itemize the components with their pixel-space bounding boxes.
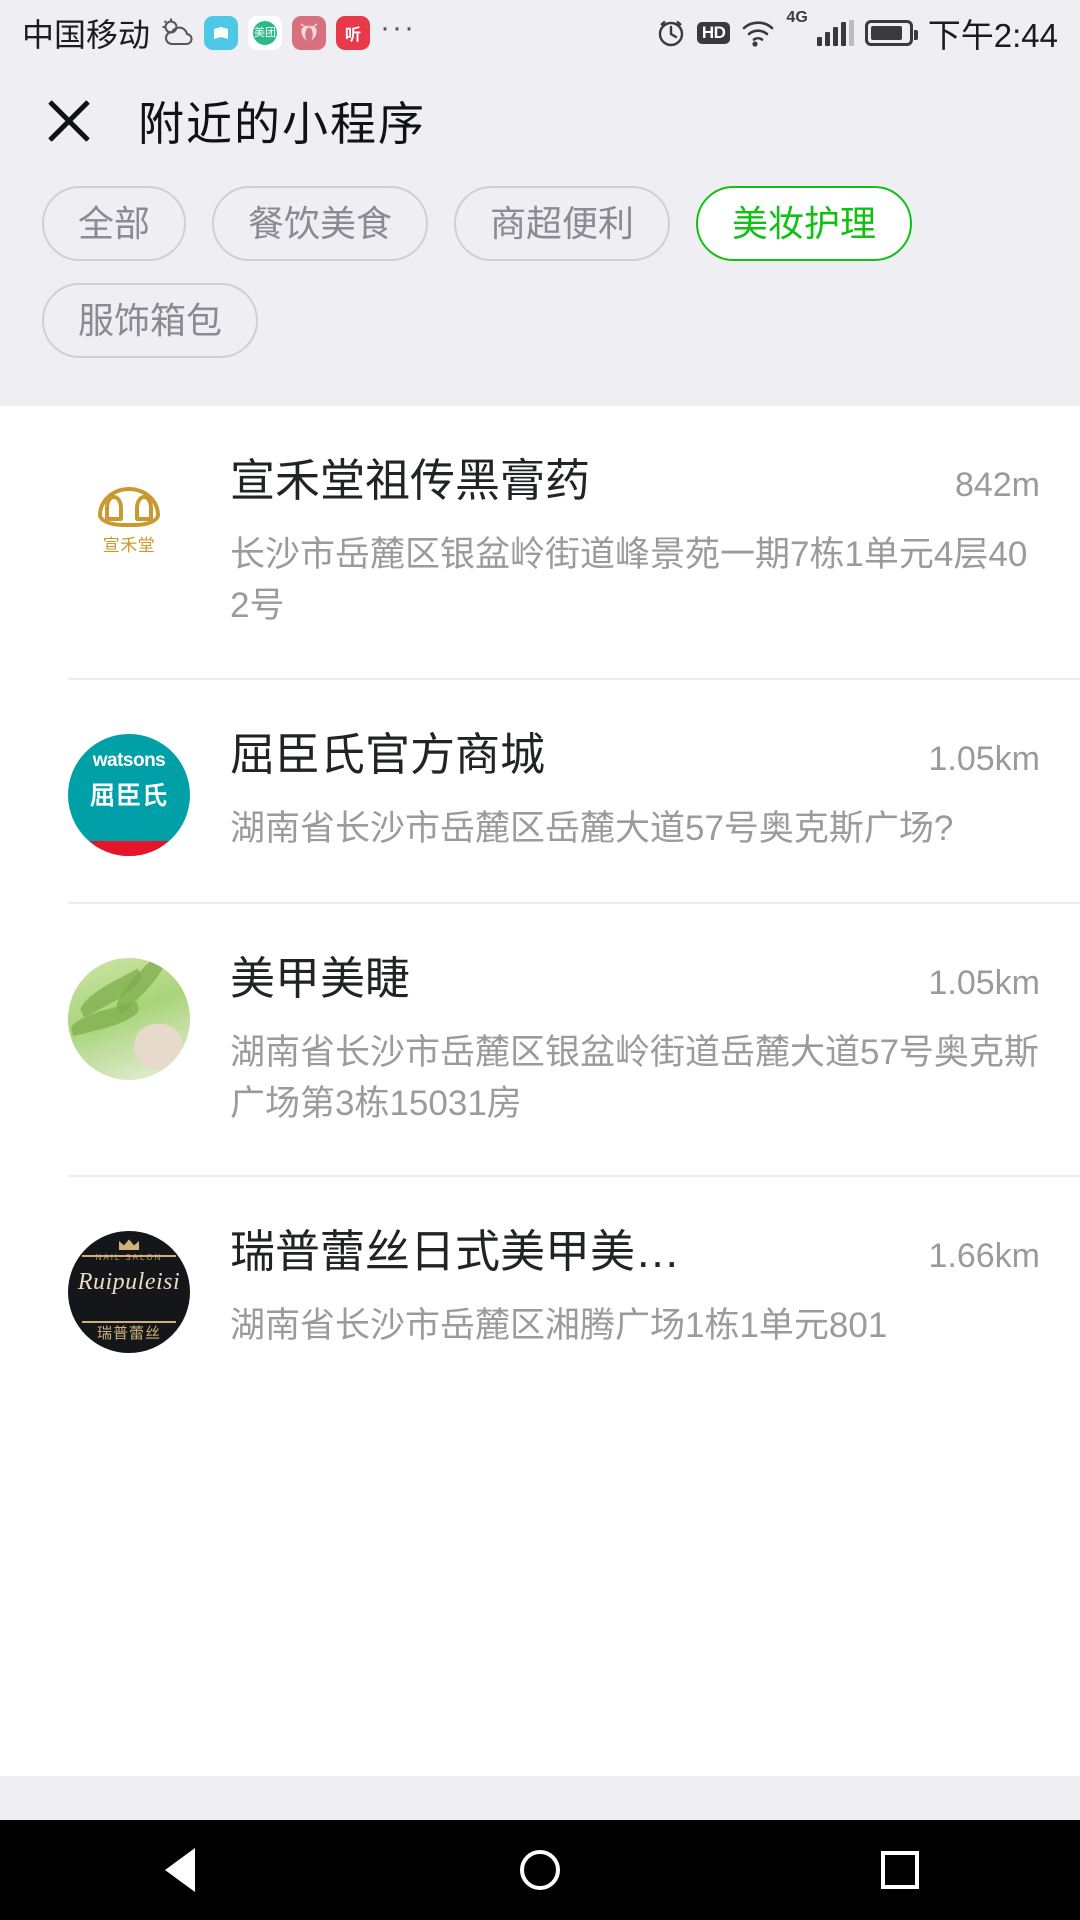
huawei-app-icon <box>292 16 327 50</box>
back-triangle-icon <box>165 1848 195 1892</box>
network-type-label: 4G <box>786 9 808 26</box>
filter-chip-apparel[interactable]: 服饰箱包 <box>42 283 259 359</box>
xuanhetang-logo: 宣禾堂 <box>68 460 190 583</box>
system-nav-bar <box>0 1820 1080 1920</box>
hand-shape <box>134 1023 182 1070</box>
wifi-icon <box>741 19 775 47</box>
filter-chip-food[interactable]: 餐饮美食 <box>212 186 429 262</box>
clock-label: 下午2:44 <box>927 17 1058 54</box>
filter-chip-all[interactable]: 全部 <box>42 186 187 262</box>
logo-text-cn: 屈臣氏 <box>89 782 168 811</box>
address-label: 湖南省长沙市岳麓区湘腾广场1栋1单元801 <box>230 1306 888 1346</box>
alarm-clock-icon <box>656 18 686 48</box>
home-circle-icon <box>520 1850 560 1890</box>
shop-title: 美甲美睫 <box>230 952 411 1004</box>
hd-badge-icon: HD <box>696 22 731 44</box>
bottom-spacer <box>0 1776 1080 1820</box>
status-bar-right: HD 4G 下午2:44 <box>656 9 1058 57</box>
meituan-app-icon: 美团 <box>248 16 283 50</box>
list-item-content: 瑞普蕾丝日式美甲美… 1.66km 湖南省长沙市岳麓区湘腾广场1栋1单元801 <box>190 1225 1040 1353</box>
status-bar: 中国移动 美团 听 ··· HD 4G 下午2:44 <box>0 0 1080 66</box>
divider <box>82 1255 176 1258</box>
list-item[interactable]: 宣禾堂 宣禾堂祖传黑膏药 842m 长沙市岳麓区银盆岭街道峰景苑一期7栋1单元4… <box>0 406 1080 680</box>
carrier-label: 中国移动 <box>22 17 151 53</box>
shop-title: 瑞普蕾丝日式美甲美… <box>230 1226 681 1278</box>
distance-label: 1.05km <box>928 739 1041 778</box>
signal-bars-icon <box>816 20 854 46</box>
watsons-logo: watsons 屈臣氏 <box>68 733 190 856</box>
logo-text-en: watsons <box>92 750 166 772</box>
weather-icon <box>160 18 194 48</box>
app-header: 附近的小程序 <box>0 66 1080 176</box>
ting-app-icon: 听 <box>336 16 371 50</box>
list-item[interactable]: NAIL SALON Ruipuleisi 瑞普蕾丝 瑞普蕾丝日式美甲美… 1.… <box>0 1177 1080 1399</box>
book-app-icon <box>204 16 239 50</box>
ruipuleisi-logo: NAIL SALON Ruipuleisi 瑞普蕾丝 <box>68 1231 190 1354</box>
list-item[interactable]: watsons 屈臣氏 屈臣氏官方商城 1.05km 湖南省长沙市岳麓区岳麓大道… <box>0 680 1080 904</box>
logo-text: 宣禾堂 <box>102 535 156 555</box>
filter-chip-convenience[interactable]: 商超便利 <box>454 186 671 262</box>
distance-label: 1.05km <box>928 963 1041 1002</box>
logo-accent-bar <box>68 841 190 856</box>
crown-icon <box>119 1239 139 1251</box>
meituan-app-icon-label: 美团 <box>253 21 278 45</box>
shop-title: 屈臣氏官方商城 <box>230 728 546 780</box>
crown-icon <box>98 486 160 527</box>
filter-chip-bar: 全部 餐饮美食 商超便利 美妆护理 服饰箱包 <box>0 176 1080 407</box>
list-item[interactable]: 美甲美睫 1.05km 湖南省长沙市岳麓区银盆岭街道岳麓大道57号奥克斯广场第3… <box>0 904 1080 1178</box>
nav-back-button[interactable] <box>120 1820 240 1920</box>
status-bar-left: 中国移动 美团 听 ··· <box>22 10 416 56</box>
logo-text-cn: 瑞普蕾丝 <box>96 1325 161 1343</box>
meijia-meijie-logo <box>68 957 190 1080</box>
distance-label: 1.66km <box>928 1237 1041 1276</box>
nav-home-button[interactable] <box>480 1820 600 1920</box>
list-item-content: 美甲美睫 1.05km 湖南省长沙市岳麓区银盆岭街道岳麓大道57号奥克斯广场第3… <box>190 952 1040 1130</box>
nav-recents-button[interactable] <box>840 1820 960 1920</box>
recents-square-icon <box>881 1851 919 1889</box>
page-title: 附近的小程序 <box>138 98 426 150</box>
shop-title: 宣禾堂祖传黑膏药 <box>230 455 591 507</box>
distance-label: 842m <box>954 466 1040 505</box>
battery-icon <box>864 20 918 46</box>
phone-screen: 中国移动 美团 听 ··· HD 4G 下午2:44 附近的小程序 全部 餐饮美… <box>0 0 1080 1920</box>
close-icon[interactable] <box>46 98 92 144</box>
logo-script-text: Ruipuleisi <box>77 1269 181 1296</box>
address-label: 长沙市岳麓区银盆岭街道峰景苑一期7栋1单元4层402号 <box>230 535 1028 626</box>
address-label: 湖南省长沙市岳麓区岳麓大道57号奥克斯广场? <box>230 808 954 848</box>
list-item-content: 屈臣氏官方商城 1.05km 湖南省长沙市岳麓区岳麓大道57号奥克斯广场? <box>190 728 1040 856</box>
filter-chip-beauty[interactable]: 美妆护理 <box>696 186 913 262</box>
overflow-dots-icon: ··· <box>380 11 416 44</box>
address-label: 湖南省长沙市岳麓区银盆岭街道岳麓大道57号奥克斯广场第3栋15031房 <box>230 1032 1039 1123</box>
mini-program-list: 宣禾堂 宣禾堂祖传黑膏药 842m 长沙市岳麓区银盆岭街道峰景苑一期7栋1单元4… <box>0 406 1080 1776</box>
list-item-content: 宣禾堂祖传黑膏药 842m 长沙市岳麓区银盆岭街道峰景苑一期7栋1单元4层402… <box>190 454 1040 632</box>
